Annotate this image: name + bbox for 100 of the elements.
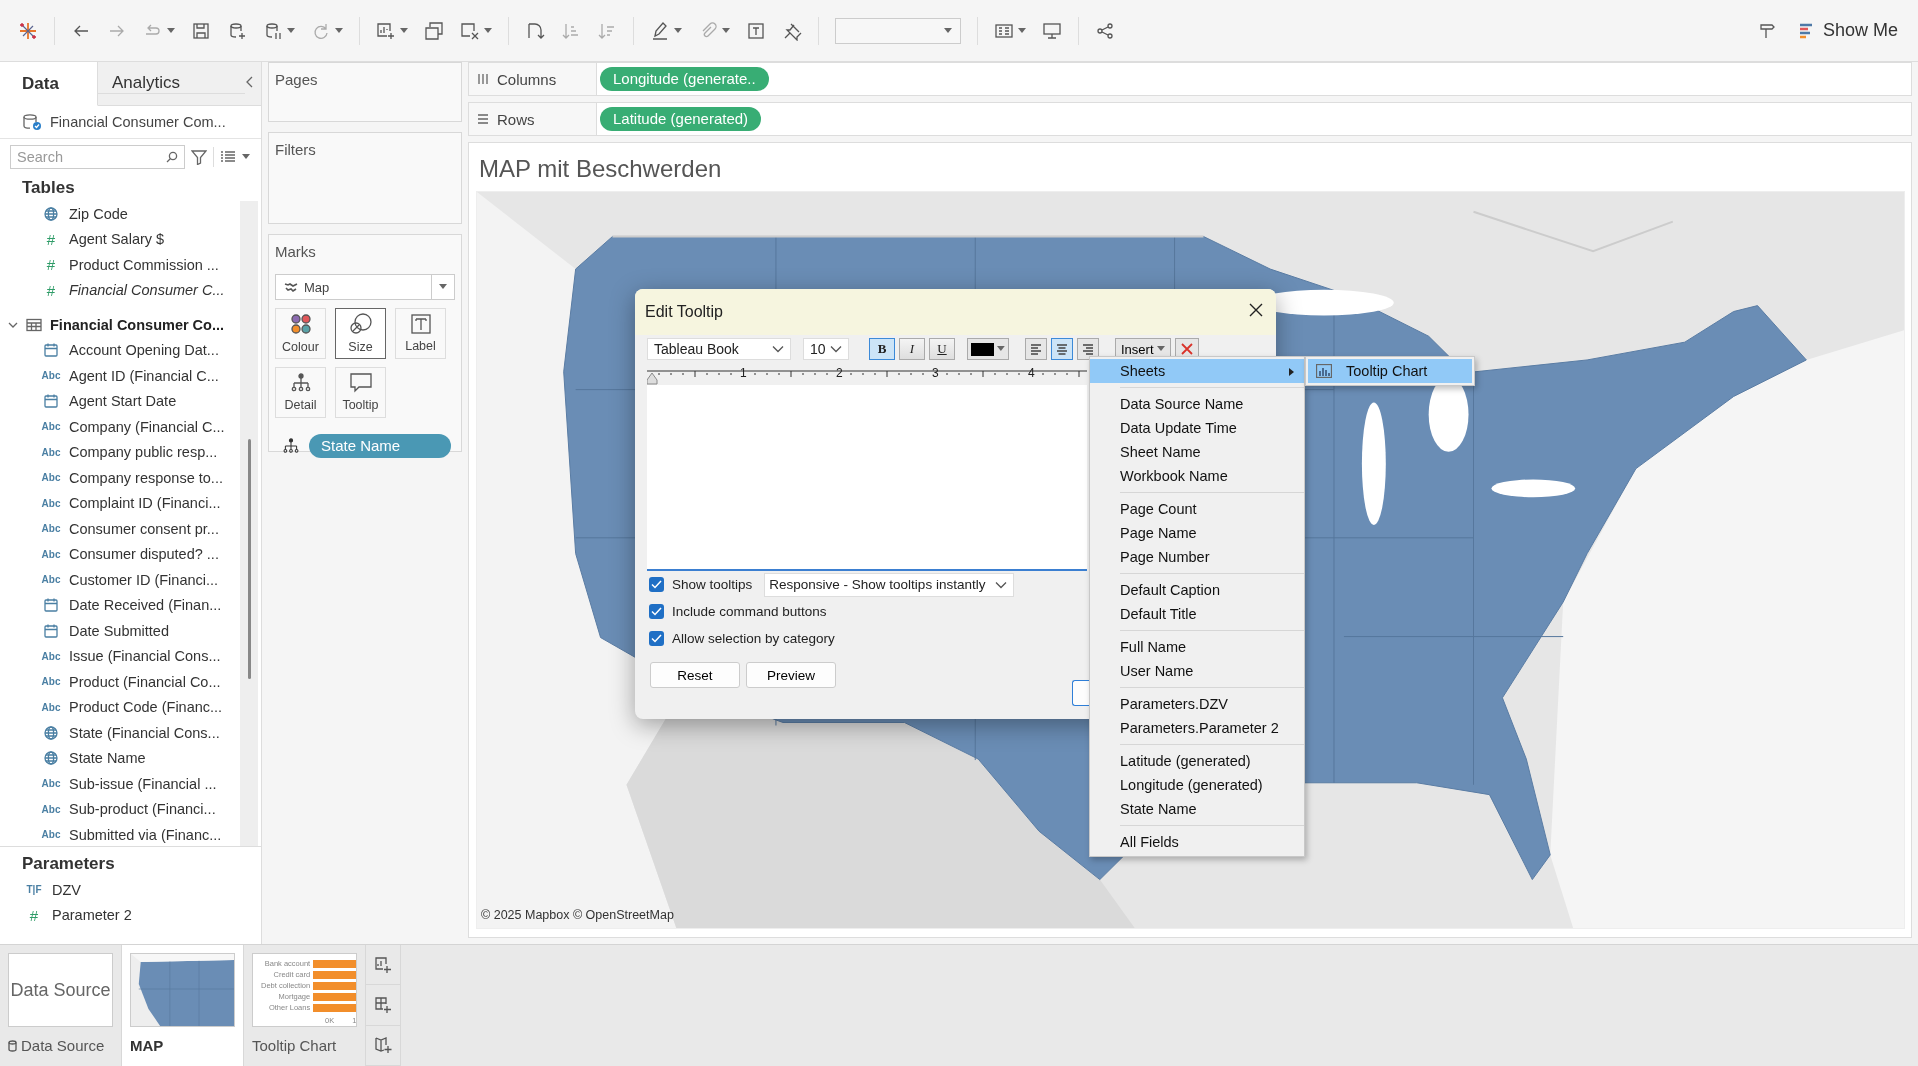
field-name[interactable]: Company (Financial C... — [69, 418, 225, 435]
size-dropdown[interactable]: 10 — [803, 338, 849, 360]
field-name[interactable]: Account Opening Dat... — [69, 342, 219, 359]
chevron-down-icon[interactable] — [995, 580, 1008, 589]
font-dropdown[interactable]: Tableau Book — [647, 338, 791, 360]
sheet-tab[interactable]: Tooltip Chart — [252, 1037, 337, 1054]
menu-item[interactable]: Longitude (generated) — [1090, 773, 1304, 797]
align-center-button[interactable] — [1051, 338, 1073, 360]
new-worksheet-icon[interactable] — [376, 20, 396, 41]
collapse-icon[interactable] — [245, 75, 255, 89]
field-name[interactable]: Agent Start Date — [69, 393, 177, 410]
menu-item[interactable]: Page Count — [1090, 497, 1304, 521]
list-view-icon[interactable] — [220, 150, 236, 164]
new-story-icon[interactable] — [374, 1036, 392, 1055]
mark-type-dropdown[interactable]: Map — [275, 274, 455, 300]
caret-icon[interactable] — [242, 154, 250, 160]
menu-item[interactable]: Workbook Name — [1090, 464, 1304, 488]
align-right-button[interactable] — [1077, 338, 1099, 360]
add-data-source-icon[interactable] — [227, 20, 247, 41]
format-button[interactable]: B — [869, 338, 895, 360]
field-name[interactable]: Customer ID (Financi... — [69, 571, 219, 588]
search-icon[interactable] — [166, 151, 178, 163]
share-icon[interactable] — [1095, 20, 1115, 41]
close-icon[interactable] — [1248, 302, 1264, 318]
field-name[interactable]: Date Received (Finan... — [69, 597, 222, 614]
menu-item[interactable]: Default Title — [1090, 602, 1304, 626]
field-name[interactable]: Zip Code — [69, 205, 128, 222]
menu-item[interactable]: Parameters.Parameter 2 — [1090, 716, 1304, 740]
field-name[interactable]: Product (Financial Co... — [69, 673, 221, 690]
menu-item[interactable]: Parameters.DZV — [1090, 692, 1304, 716]
parameter-name[interactable]: DZV — [52, 881, 81, 898]
new-dashboard-icon[interactable] — [374, 996, 392, 1014]
field-name[interactable]: Agent ID (Financial C... — [69, 367, 219, 384]
save-icon[interactable] — [191, 20, 211, 41]
dropdown-caret-icon[interactable] — [944, 27, 952, 34]
field-name[interactable]: Product Code (Financ... — [69, 699, 223, 716]
filter-icon[interactable] — [191, 149, 207, 165]
checkbox[interactable] — [649, 577, 664, 592]
chevron-down-icon[interactable] — [772, 345, 784, 353]
text-colour-picker[interactable] — [967, 338, 1009, 360]
field-name[interactable]: Issue (Financial Cons... — [69, 648, 221, 665]
caret-icon[interactable] — [722, 27, 730, 34]
field-name[interactable]: Consumer consent pr... — [69, 520, 219, 537]
menu-item[interactable]: Latitude (generated) — [1090, 749, 1304, 773]
field-name[interactable]: Agent Salary $ — [69, 231, 165, 248]
dialog-button[interactable]: Preview — [746, 662, 836, 688]
app-logo-icon[interactable] — [18, 20, 38, 41]
caret-icon[interactable] — [1018, 27, 1026, 34]
menu-item[interactable]: Data Source Name — [1090, 392, 1304, 416]
menu-item[interactable]: Data Update Time — [1090, 416, 1304, 440]
sheet-tab[interactable]: Data Source — [21, 1037, 105, 1054]
caret-icon[interactable] — [674, 27, 682, 34]
new-worksheet-icon[interactable] — [374, 955, 392, 974]
marks-card[interactable]: Label — [395, 308, 446, 359]
menu-item[interactable]: State Name — [1090, 797, 1304, 821]
pen-icon[interactable] — [650, 20, 670, 41]
field-name[interactable]: Product Commission ... — [69, 256, 219, 273]
chevron-down-icon[interactable] — [830, 345, 842, 353]
marks-card[interactable]: Tooltip — [335, 367, 386, 418]
tooltip-mode-dropdown[interactable]: Responsive - Show tooltips instantly — [764, 572, 1015, 597]
sheet-tab[interactable]: MAP — [130, 1037, 164, 1054]
marks-card[interactable]: Size — [335, 308, 386, 359]
search-field[interactable]: Search — [10, 145, 185, 169]
caret-icon[interactable] — [287, 27, 295, 34]
field-name[interactable]: State Name — [69, 750, 146, 767]
pause-data-icon[interactable] — [263, 20, 283, 41]
marks-card[interactable]: Colour — [275, 308, 326, 359]
menu-item[interactable]: All Fields — [1090, 830, 1304, 854]
menu-item[interactable]: Sheet Name — [1090, 440, 1304, 464]
table-name[interactable]: Financial Consumer Co... — [50, 316, 225, 333]
checkbox[interactable] — [649, 631, 664, 646]
duplicate-icon[interactable] — [424, 20, 444, 41]
menu-item[interactable]: Page Name — [1090, 521, 1304, 545]
checkbox[interactable] — [649, 604, 664, 619]
field-name[interactable]: Consumer disputed? ... — [69, 546, 219, 563]
presentation-icon[interactable] — [1042, 20, 1062, 41]
caret-icon[interactable] — [484, 27, 492, 34]
menu-item[interactable]: Tooltip Chart — [1308, 359, 1472, 383]
align-left-button[interactable] — [1025, 338, 1047, 360]
format-button[interactable]: U — [929, 338, 955, 360]
menu-item[interactable]: Sheets — [1090, 359, 1304, 383]
menu-item[interactable]: Default Caption — [1090, 578, 1304, 602]
caret-icon[interactable] — [400, 27, 408, 34]
field-name[interactable]: Date Submitted — [69, 622, 169, 639]
show-me-button[interactable]: Show Me — [1792, 16, 1904, 45]
field-name[interactable]: Company response to... — [69, 469, 223, 486]
field-name[interactable]: Sub-issue (Financial ... — [69, 775, 217, 792]
field-name[interactable]: Company public resp... — [69, 444, 218, 461]
field-name[interactable]: Complaint ID (Financi... — [69, 495, 221, 512]
field-name[interactable]: Financial Consumer C... — [69, 282, 225, 299]
parameter-name[interactable]: Parameter 2 — [52, 907, 132, 924]
field-name[interactable]: Sub-product (Financi... — [69, 801, 216, 818]
scroll-bar[interactable] — [240, 201, 258, 846]
text-box-icon[interactable] — [746, 20, 766, 41]
caret-icon[interactable] — [997, 346, 1005, 352]
sheet-thumbnail[interactable]: Data Source — [8, 953, 113, 1027]
clear-sheet-icon[interactable] — [460, 20, 480, 41]
caret-icon[interactable] — [167, 27, 175, 34]
caret-icon[interactable] — [335, 27, 343, 34]
caret-icon[interactable] — [1156, 346, 1165, 352]
